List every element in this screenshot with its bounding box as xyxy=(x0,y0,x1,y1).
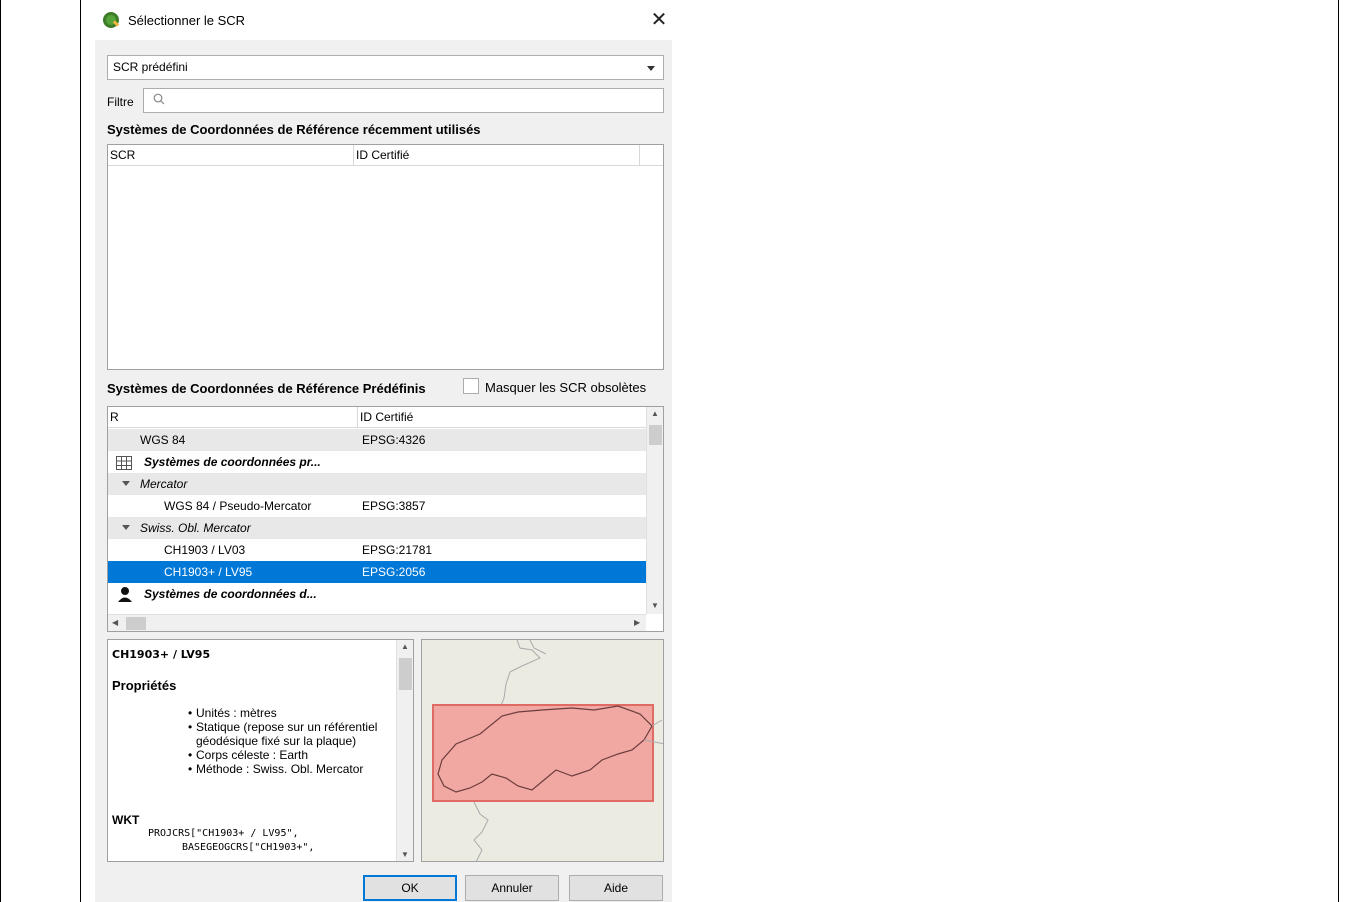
tree-row[interactable]: WGS 84 EPSG:4326 xyxy=(108,429,648,451)
tree-row-selected[interactable]: CH1903+ / LV95 EPSG:2056 xyxy=(108,561,648,583)
scroll-left-icon[interactable]: ◀ xyxy=(112,618,118,627)
property-item: Statique (repose sur un référentiel géod… xyxy=(188,720,398,748)
qgis-logo-icon xyxy=(103,12,119,28)
extent-map-drawing xyxy=(432,640,663,861)
expand-arrow-icon[interactable] xyxy=(122,481,130,486)
scroll-down-icon[interactable]: ▼ xyxy=(651,601,659,610)
filter-input[interactable] xyxy=(143,88,664,113)
group-label: Systèmes de coordonnées pr... xyxy=(144,455,321,469)
scroll-down-icon[interactable]: ▼ xyxy=(401,850,409,859)
tree-subgroup-row[interactable]: Swiss. Obl. Mercator xyxy=(108,517,648,539)
crs-id: EPSG:2056 xyxy=(362,565,426,579)
recent-crs-header: SCR ID Certifié xyxy=(108,145,663,166)
background-frame-divider xyxy=(80,0,81,902)
crs-extent-map xyxy=(421,639,664,862)
predefined-crs-tree[interactable]: R ID Certifié WGS 84 EPSG:4326 Systèmes … xyxy=(107,406,664,632)
predefined-crs-header: R ID Certifié xyxy=(108,407,648,428)
property-item: Méthode : Swiss. Obl. Mercator xyxy=(188,762,398,776)
tree-subgroup-row[interactable]: Mercator xyxy=(108,473,648,495)
recent-crs-table[interactable]: SCR ID Certifié xyxy=(107,144,664,370)
recent-crs-title: Systèmes de Coordonnées de Référence réc… xyxy=(107,122,481,137)
subgroup-label: Swiss. Obl. Mercator xyxy=(140,521,251,535)
scroll-up-icon[interactable]: ▲ xyxy=(651,409,659,418)
wkt-line: BASEGEOGCRS["CH1903+", xyxy=(182,842,315,853)
crs-id: EPSG:3857 xyxy=(362,499,426,513)
scroll-thumb[interactable] xyxy=(649,425,662,445)
background-frame-left xyxy=(0,0,1,902)
filter-label: Filtre xyxy=(107,95,134,109)
expand-arrow-icon[interactable] xyxy=(122,525,130,530)
tree-group-row[interactable]: Systèmes de coordonnées pr... xyxy=(108,451,648,473)
crs-name: WGS 84 xyxy=(140,433,186,447)
column-header-scr[interactable]: SCR xyxy=(108,145,354,165)
scroll-thumb[interactable] xyxy=(399,658,412,690)
wkt-line: PROJCRS["CH1903+ / LV95", xyxy=(148,828,299,839)
ok-button[interactable]: OK xyxy=(363,875,457,901)
scroll-thumb[interactable] xyxy=(126,617,146,630)
crs-name: CH1903+ / LV95 xyxy=(164,565,253,579)
crs-name: CH1903 / LV03 xyxy=(164,543,246,557)
property-item: Corps céleste : Earth xyxy=(188,748,398,762)
scroll-right-icon[interactable]: ▶ xyxy=(634,618,640,627)
tree-group-row[interactable]: Systèmes de coordonnées d... xyxy=(108,583,648,605)
crs-type-combo-value: SCR prédéfini xyxy=(113,60,188,74)
cancel-button[interactable]: Annuler xyxy=(465,875,559,901)
crs-type-combo[interactable]: SCR prédéfini xyxy=(107,55,664,80)
help-button[interactable]: Aide xyxy=(569,875,663,901)
dialog-titlebar: Sélectionner le SCR ✕ xyxy=(95,0,672,40)
property-item: Unités : mètres xyxy=(188,706,398,720)
column-header-id[interactable]: ID Certifié xyxy=(358,407,648,427)
tree-row[interactable]: WGS 84 / Pseudo-Mercator EPSG:3857 xyxy=(108,495,648,517)
predefined-crs-title: Systèmes de Coordonnées de Référence Pré… xyxy=(107,381,426,396)
crs-name: WGS 84 / Pseudo-Mercator xyxy=(164,499,312,513)
tree-horizontal-scrollbar[interactable]: ◀ ▶ xyxy=(108,614,646,631)
wkt-heading: WKT xyxy=(112,813,140,827)
group-label: Systèmes de coordonnées d... xyxy=(144,587,317,601)
hide-deprecated-label: Masquer les SCR obsolètes xyxy=(485,380,647,395)
tree-row[interactable]: CH1903 / LV03 EPSG:21781 xyxy=(108,539,648,561)
crs-selector-dialog: Sélectionner le SCR ✕ SCR prédéfini Filt… xyxy=(95,0,672,902)
crs-properties-panel[interactable]: CH1903+ / LV95 Propriétés Unités : mètre… xyxy=(107,639,414,862)
close-icon[interactable]: ✕ xyxy=(647,8,671,32)
hide-deprecated-checkbox[interactable] xyxy=(463,378,479,394)
crs-id: EPSG:4326 xyxy=(362,433,426,447)
chevron-down-icon xyxy=(647,66,655,71)
user-icon xyxy=(118,586,132,609)
column-header-crs[interactable]: R xyxy=(108,407,358,427)
subgroup-label: Mercator xyxy=(140,477,188,491)
background-frame-right xyxy=(1338,0,1339,902)
column-header-id[interactable]: ID Certifié xyxy=(354,145,640,165)
search-icon xyxy=(153,93,165,108)
crs-name-heading: CH1903+ / LV95 xyxy=(112,648,211,661)
properties-heading: Propriétés xyxy=(112,678,177,693)
tree-vertical-scrollbar[interactable]: ▲ ▼ xyxy=(646,407,663,614)
properties-vertical-scrollbar[interactable]: ▲ ▼ xyxy=(396,640,413,861)
crs-id: EPSG:21781 xyxy=(362,543,433,557)
scroll-up-icon[interactable]: ▲ xyxy=(401,642,409,651)
dialog-title: Sélectionner le SCR xyxy=(128,13,246,28)
properties-list: Unités : mètres Statique (repose sur un … xyxy=(188,706,398,776)
